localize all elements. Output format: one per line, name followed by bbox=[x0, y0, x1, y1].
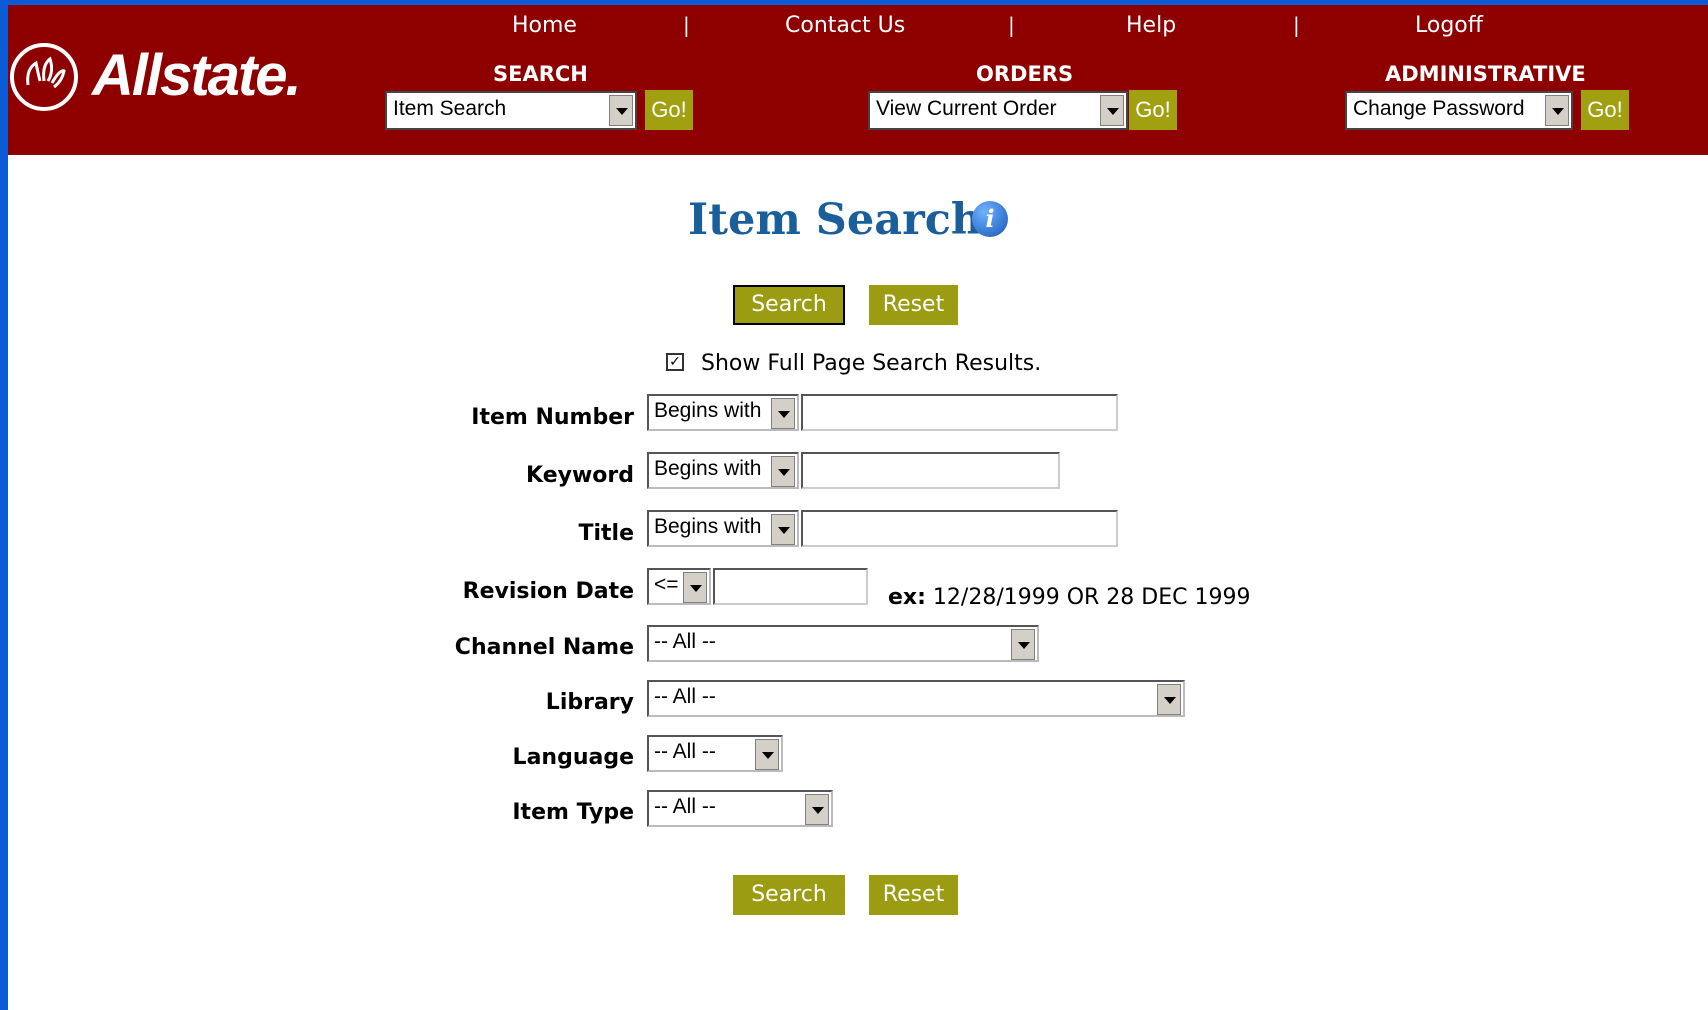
logo-wordmark: Allstate. bbox=[92, 43, 302, 108]
orders-menu-value: View Current Order bbox=[876, 97, 1057, 120]
keyword-input[interactable] bbox=[801, 452, 1060, 489]
search-menu-title: SEARCH bbox=[493, 62, 588, 86]
title-label: Title bbox=[578, 521, 634, 546]
nav-separator: | bbox=[1008, 13, 1015, 37]
chevron-down-icon[interactable] bbox=[683, 572, 707, 603]
nav-logoff-link[interactable]: Logoff bbox=[1415, 13, 1483, 38]
item-number-operator-value: Begins with bbox=[654, 399, 762, 422]
language-select[interactable]: -- All -- bbox=[647, 735, 783, 772]
admin-menu-select[interactable]: Change Password bbox=[1345, 91, 1573, 130]
nav-help-link[interactable]: Help bbox=[1126, 13, 1176, 38]
item-type-label: Item Type bbox=[512, 800, 634, 825]
example-value: 12/28/1999 OR 28 DEC 1999 bbox=[932, 585, 1251, 610]
browser-window: Home | Contact Us | Help | Logoff Allsta… bbox=[8, 5, 1708, 1010]
chevron-down-icon[interactable] bbox=[755, 739, 779, 770]
chevron-down-icon[interactable] bbox=[1011, 629, 1035, 660]
orders-go-button[interactable]: Go! bbox=[1129, 90, 1177, 130]
item-number-operator-select[interactable]: Begins with bbox=[647, 394, 799, 431]
chevron-down-icon[interactable] bbox=[771, 456, 795, 487]
library-select[interactable]: -- All -- bbox=[647, 680, 1185, 717]
search-menu-select[interactable]: Item Search bbox=[385, 91, 637, 130]
nav-separator: | bbox=[1293, 13, 1300, 37]
revision-date-operator-select[interactable]: <= bbox=[647, 568, 711, 605]
chevron-down-icon[interactable] bbox=[771, 398, 795, 429]
site-header: Home | Contact Us | Help | Logoff Allsta… bbox=[8, 5, 1708, 155]
chevron-down-icon[interactable] bbox=[1100, 95, 1124, 126]
chevron-down-icon[interactable] bbox=[609, 95, 633, 126]
page-title: Item Search bbox=[688, 195, 983, 245]
chevron-down-icon[interactable] bbox=[771, 514, 795, 545]
chevron-down-icon[interactable] bbox=[805, 794, 829, 825]
item-type-value: -- All -- bbox=[654, 795, 716, 818]
title-input[interactable] bbox=[801, 510, 1118, 547]
revision-date-label: Revision Date bbox=[462, 579, 634, 604]
chevron-down-icon[interactable] bbox=[1157, 684, 1181, 715]
channel-name-value: -- All -- bbox=[654, 630, 716, 653]
search-go-button[interactable]: Go! bbox=[645, 90, 693, 130]
reset-button-top[interactable]: Reset bbox=[869, 285, 958, 325]
language-value: -- All -- bbox=[654, 740, 716, 763]
title-operator-value: Begins with bbox=[654, 515, 762, 538]
orders-menu-title: ORDERS bbox=[976, 62, 1074, 86]
admin-go-button[interactable]: Go! bbox=[1581, 90, 1629, 130]
keyword-operator-value: Begins with bbox=[654, 457, 762, 480]
hands-logo-icon bbox=[10, 43, 78, 111]
search-button-bottom[interactable]: Search bbox=[733, 875, 845, 915]
language-label: Language bbox=[512, 745, 634, 770]
library-value: -- All -- bbox=[654, 685, 716, 708]
nav-contact-link[interactable]: Contact Us bbox=[785, 13, 905, 38]
channel-name-label: Channel Name bbox=[454, 635, 634, 660]
item-number-label: Item Number bbox=[471, 405, 634, 430]
full-page-results-label: Show Full Page Search Results. bbox=[701, 351, 1042, 376]
allstate-logo: Allstate. bbox=[10, 40, 302, 120]
full-page-results-checkbox[interactable]: ✓ bbox=[666, 353, 684, 371]
reset-button-bottom[interactable]: Reset bbox=[869, 875, 958, 915]
orders-menu-select[interactable]: View Current Order bbox=[868, 91, 1128, 130]
keyword-operator-select[interactable]: Begins with bbox=[647, 452, 799, 489]
channel-name-select[interactable]: -- All -- bbox=[647, 625, 1039, 662]
item-type-select[interactable]: -- All -- bbox=[647, 790, 833, 827]
admin-menu-title: ADMINISTRATIVE bbox=[1385, 62, 1586, 86]
admin-menu-value: Change Password bbox=[1353, 97, 1525, 120]
nav-separator: | bbox=[683, 13, 690, 37]
keyword-label: Keyword bbox=[526, 463, 634, 488]
example-label: ex: bbox=[888, 585, 926, 610]
search-button-top[interactable]: Search bbox=[733, 285, 845, 325]
title-operator-select[interactable]: Begins with bbox=[647, 510, 799, 547]
nav-home-link[interactable]: Home bbox=[512, 13, 577, 38]
chevron-down-icon[interactable] bbox=[1545, 95, 1569, 126]
item-number-input[interactable] bbox=[801, 394, 1118, 431]
info-icon[interactable]: i bbox=[972, 201, 1008, 237]
revision-date-input[interactable] bbox=[713, 568, 868, 605]
library-label: Library bbox=[545, 690, 634, 715]
search-menu-value: Item Search bbox=[393, 97, 507, 120]
revision-date-operator-value: <= bbox=[654, 573, 679, 596]
date-example-text: ex: 12/28/1999 OR 28 DEC 1999 bbox=[888, 585, 1250, 610]
